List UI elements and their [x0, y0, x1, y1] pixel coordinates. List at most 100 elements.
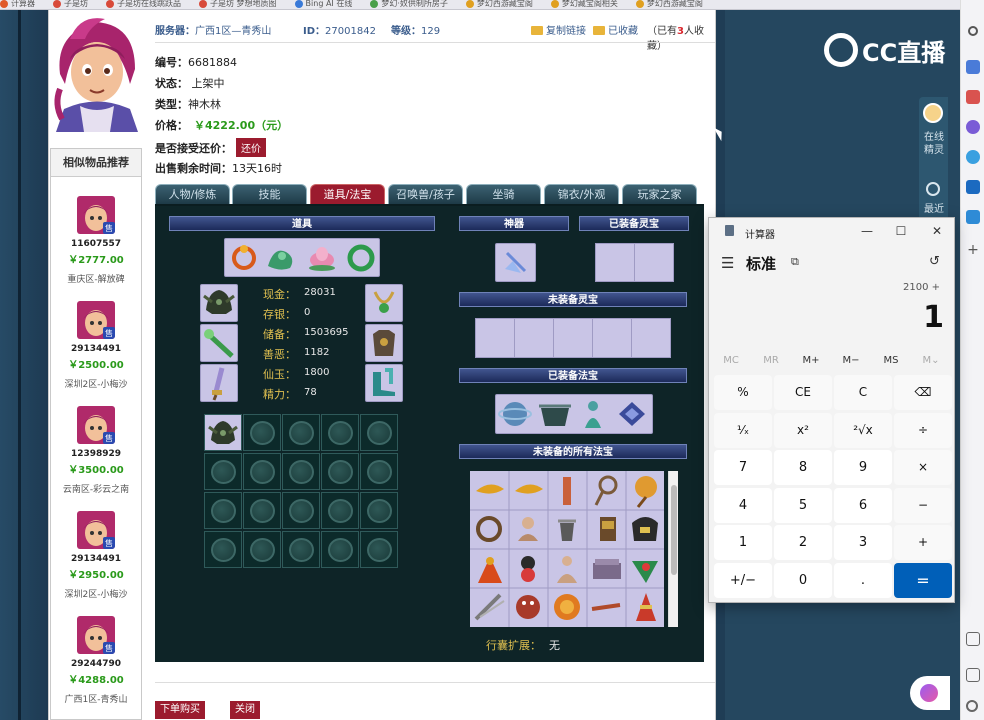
calc-key[interactable]: ÷ — [894, 412, 952, 448]
tab-1[interactable]: 人物/修炼 — [155, 184, 230, 204]
memory-key[interactable]: MR — [753, 355, 789, 366]
tab-2[interactable]: 技能 — [232, 184, 307, 204]
inventory-slot[interactable] — [321, 414, 359, 451]
outlook-icon[interactable] — [966, 180, 980, 194]
counter-offer-button[interactable]: 还价 — [236, 138, 266, 157]
recommend-thumbnail[interactable]: 售 — [77, 196, 115, 234]
inventory-slot[interactable] — [243, 492, 281, 529]
person-icon[interactable] — [966, 120, 980, 134]
bookmark-item[interactable]: 梦幻西游藏宝阁 — [647, 0, 703, 8]
recommend-item[interactable]: 售 29244790 ￥4288.00 广西1区-青秀山 — [50, 616, 142, 705]
inventory-slot[interactable] — [204, 414, 242, 451]
calc-key[interactable]: 6 — [834, 487, 892, 523]
assistant-button[interactable] — [910, 676, 950, 710]
add-icon[interactable]: + — [966, 243, 980, 257]
calc-key[interactable]: ²√x — [834, 412, 892, 448]
calc-key[interactable]: ¹⁄ₓ — [714, 412, 772, 448]
external-icon[interactable] — [966, 668, 980, 682]
calc-key[interactable]: = — [894, 562, 952, 598]
bookmark-item[interactable]: 梦幻藏宝阁相关 — [562, 0, 618, 8]
keep-on-top-icon[interactable]: ⧉ — [791, 255, 799, 269]
calc-key[interactable]: 5 — [774, 487, 832, 523]
calc-key[interactable]: 9 — [834, 450, 892, 485]
hamburger-menu-icon[interactable]: ☰ — [721, 254, 734, 272]
copilot-icon[interactable] — [966, 150, 980, 164]
inventory-slot[interactable] — [282, 453, 320, 490]
recommend-thumbnail[interactable]: 售 — [77, 406, 115, 444]
tab-5[interactable]: 坐骑 — [466, 184, 541, 204]
inventory-slot[interactable] — [282, 414, 320, 451]
recommend-item[interactable]: 售 11607557 ￥2777.00 重庆区-解放碑 — [50, 196, 142, 285]
fabao-scrollbar[interactable] — [668, 471, 678, 627]
bookmark-item[interactable]: 子是坊 梦想地质图 — [210, 0, 277, 8]
calc-key[interactable]: +/− — [714, 562, 772, 598]
recommend-item[interactable]: 售 29134491 ￥2500.00 深圳2区-小梅沙 — [50, 301, 142, 390]
close-window-button[interactable]: ✕ — [927, 222, 947, 240]
settings-icon[interactable] — [966, 700, 978, 712]
tab-7[interactable]: 玩家之家 — [622, 184, 697, 204]
inventory-slot[interactable] — [204, 492, 242, 529]
calc-key[interactable]: x² — [774, 412, 832, 448]
calc-key[interactable]: CE — [774, 375, 832, 410]
bookmark-item[interactable]: 子是坊 — [64, 0, 88, 8]
minimize-button[interactable]: — — [857, 222, 877, 240]
memory-key[interactable]: M⌄ — [913, 355, 949, 366]
search-icon[interactable] — [968, 26, 978, 36]
memory-key[interactable]: M+ — [793, 355, 829, 366]
buy-button[interactable]: 下单购买 — [155, 701, 205, 719]
recommend-item[interactable]: 售 29134491 ￥2950.00 深圳2区-小梅沙 — [50, 511, 142, 600]
history-icon[interactable]: ↺ — [929, 254, 940, 269]
tag-icon[interactable] — [966, 60, 980, 74]
recommend-thumbnail[interactable]: 售 — [77, 511, 115, 549]
inventory-slot[interactable] — [321, 531, 359, 568]
inventory-slot[interactable] — [282, 492, 320, 529]
favorite-button[interactable]: 已收藏 — [593, 22, 638, 37]
inventory-slot[interactable] — [282, 531, 320, 568]
bookmark-item[interactable]: 梦幻西游藏宝阁 — [477, 0, 533, 8]
memory-key[interactable]: M− — [833, 355, 869, 366]
calc-key[interactable]: C — [834, 375, 892, 410]
inventory-slot[interactable] — [243, 531, 281, 568]
calc-key[interactable]: 8 — [774, 450, 832, 485]
inventory-slot[interactable] — [204, 531, 242, 568]
inventory-slot[interactable] — [321, 453, 359, 490]
inventory-slot[interactable] — [243, 414, 281, 451]
bookmark-item[interactable]: Bing AI 在线 — [306, 0, 353, 8]
calc-key[interactable]: % — [714, 375, 772, 410]
calc-key[interactable]: + — [894, 525, 952, 560]
inventory-slot[interactable] — [204, 453, 242, 490]
memory-key[interactable]: MC — [713, 355, 749, 366]
recommend-thumbnail[interactable]: 售 — [77, 301, 115, 339]
toolbox-icon[interactable] — [966, 90, 980, 104]
send-icon[interactable] — [966, 210, 980, 224]
calc-key[interactable]: 7 — [714, 450, 772, 485]
online-spirit-panel[interactable]: 在线精灵 最近 — [919, 97, 948, 223]
inventory-slot[interactable] — [360, 414, 398, 451]
calc-key[interactable]: − — [894, 487, 952, 523]
bookmark-item[interactable]: 子是坊在线跳跃品 — [117, 0, 181, 8]
recommend-thumbnail[interactable]: 售 — [77, 616, 115, 654]
bookmark-item[interactable]: 梦幻·奴供制所房子 — [381, 0, 448, 8]
calc-key[interactable]: × — [894, 450, 952, 485]
calc-key[interactable]: ⌫ — [894, 375, 952, 410]
inventory-slot[interactable] — [360, 453, 398, 490]
calc-key[interactable]: . — [834, 562, 892, 598]
tab-6[interactable]: 锦衣/外观 — [544, 184, 619, 204]
tab-3[interactable]: 道具/法宝 — [310, 184, 385, 204]
inventory-slot[interactable] — [360, 531, 398, 568]
screenshot-icon[interactable] — [966, 632, 980, 646]
calc-key[interactable]: 1 — [714, 525, 772, 560]
memory-key[interactable]: MS — [873, 355, 909, 366]
inventory-slot[interactable] — [243, 453, 281, 490]
inventory-slot[interactable] — [321, 492, 359, 529]
recommend-item[interactable]: 售 12398929 ￥3500.00 云南区-彩云之南 — [50, 406, 142, 495]
bookmark-item[interactable]: 计算器 — [11, 0, 35, 8]
inventory-slot[interactable] — [360, 492, 398, 529]
maximize-button[interactable]: ☐ — [891, 222, 911, 240]
calc-key[interactable]: 3 — [834, 525, 892, 560]
close-button[interactable]: 关闭 — [230, 701, 260, 719]
calc-key[interactable]: 2 — [774, 525, 832, 560]
calc-key[interactable]: 0 — [774, 562, 832, 598]
tab-4[interactable]: 召唤兽/孩子 — [388, 184, 463, 204]
calc-key[interactable]: 4 — [714, 487, 772, 523]
